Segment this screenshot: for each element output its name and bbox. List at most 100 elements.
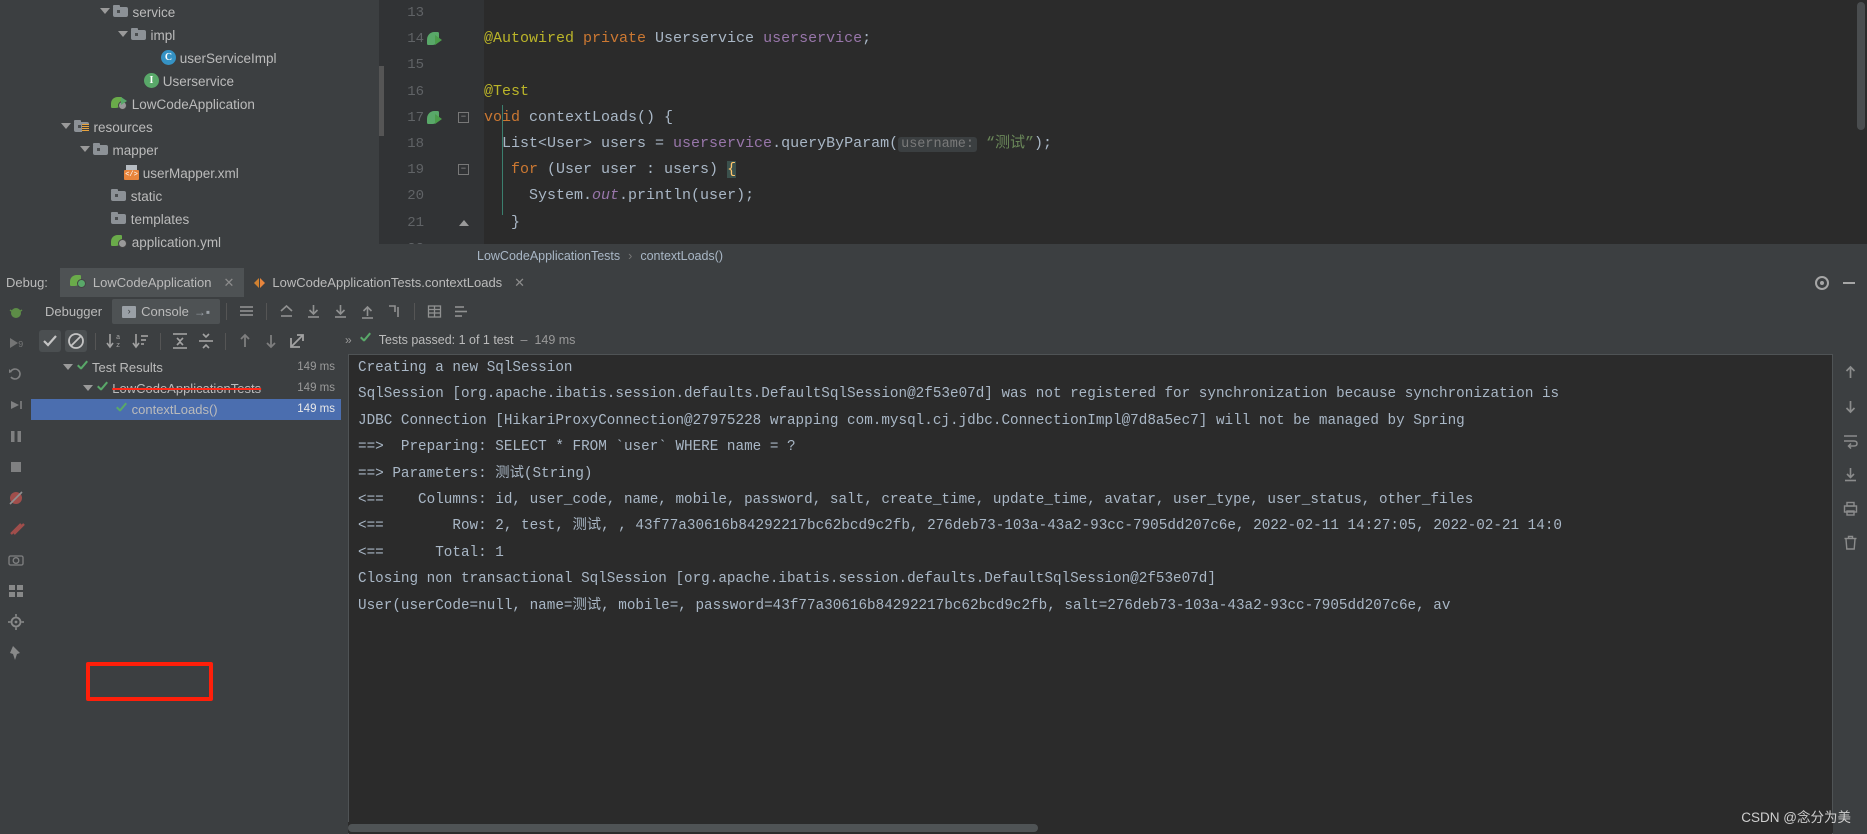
code-line[interactable]: 15 [407,52,1867,78]
collapse-all-icon[interactable] [195,330,217,352]
minimize-icon[interactable] [1843,281,1855,284]
code-editor[interactable]: 13 14 @Autowired private Userservice users… [379,0,1867,257]
debug-tab-lowcodeapplication[interactable]: LowCodeApplication ✕ [59,268,245,297]
chevron-down-icon[interactable] [63,363,73,372]
tree-item-label: userMapper.xml [142,165,239,181]
chevron-down-icon[interactable] [61,122,71,131]
step-over-rail-icon[interactable] [7,396,25,414]
pause-icon[interactable] [7,427,25,445]
code-line[interactable]: 13 [407,0,1867,26]
debug-bug-icon[interactable] [7,303,25,321]
fold-collapse-icon[interactable]: − [458,164,469,176]
tree-item-resources[interactable]: resources [0,115,379,138]
fold-end-icon[interactable] [458,217,469,228]
test-results-tree[interactable]: Test Results 149 ms LowCodeApplicationTes… [31,357,341,834]
print-icon[interactable] [1842,500,1859,517]
tab-debugger[interactable]: Debugger [35,299,112,324]
parameter-hint: username: [898,136,978,152]
breadcrumb-method[interactable]: contextLoads() [640,249,723,263]
gear-icon[interactable] [1815,275,1829,290]
tab-console[interactable]: › Console →▪ [112,299,221,324]
export-test-results-icon[interactable] [286,330,308,352]
mute-breakpoints-icon[interactable] [7,489,25,507]
view-as-table-icon[interactable] [426,303,443,320]
tree-item-application-yml[interactable]: application.yml [0,230,379,253]
debug-action-rail[interactable]: 9 [0,297,31,834]
test-tree-row[interactable]: Test Results 149 ms [31,357,341,378]
wrap-text-icon[interactable] [1842,432,1859,450]
tree-item-label: mapper [112,142,159,158]
console-output[interactable]: Creating a new SqlSession SqlSession [org… [348,354,1833,834]
chevron-down-icon[interactable] [100,7,110,16]
run-spring-icon[interactable] [427,31,444,48]
console-action-rail[interactable] [1833,354,1867,834]
line-number: 14 [407,31,424,48]
code-line[interactable]: 19 − for (User user : users) { [407,157,1867,183]
console-line: <== Columns: id, user_code, name, mobile… [358,491,1474,508]
tab-debugger-label: Debugger [45,304,103,319]
tree-item-mapper[interactable]: mapper [0,138,379,161]
scrollbar-thumb[interactable] [348,824,1038,832]
breadcrumb[interactable]: LowCodeApplicationTests › contextLoads() [379,244,1867,268]
layout-icon[interactable] [7,582,25,600]
code-line[interactable]: 16 @Test [407,79,1867,105]
run-test-icon[interactable] [427,110,444,127]
run-to-cursor-icon[interactable] [386,303,403,320]
resume-program-icon[interactable]: 9 [7,334,25,352]
sort-alphabetically-icon[interactable]: az [104,330,126,352]
tree-item-label: templates [130,211,190,227]
tree-item-label: impl [150,27,176,43]
previous-failed-test-icon[interactable] [234,330,256,352]
close-icon[interactable]: ✕ [514,275,525,291]
tree-item-userservice[interactable]: I Userservice [0,69,379,92]
editor-vertical-scrollbar[interactable] [1855,0,1867,244]
chevron-down-icon[interactable] [118,30,128,39]
tree-item-usermapper-xml[interactable]: </> userMapper.xml [0,161,379,184]
debug-tab-lowcodeapplicationtests[interactable]: LowCodeApplicationTests.contextLoads ✕ [244,268,535,297]
close-icon[interactable]: ✕ [223,275,234,291]
clear-all-icon[interactable] [1842,534,1859,551]
restart-icon[interactable] [7,365,25,383]
chevron-down-icon[interactable] [80,145,90,154]
scroll-up-icon[interactable] [1842,364,1859,381]
no-breakpoints-icon[interactable] [7,520,25,538]
settings-icon[interactable] [7,613,25,631]
code-line[interactable]: 21 } [407,210,1867,236]
chevron-down-icon[interactable] [83,384,93,393]
test-tree-row[interactable]: contextLoads() 149 ms [31,399,341,420]
pin-icon[interactable] [7,644,25,662]
tree-item-lowcodeapplication[interactable]: LowCodeApplication [0,92,379,115]
show-passed-toggle[interactable] [39,330,61,352]
code-line[interactable]: 18 List<User> users = userservice.queryB… [407,131,1867,157]
step-into-icon[interactable] [332,303,349,320]
tree-item-impl[interactable]: impl [0,23,379,46]
next-failed-test-icon[interactable] [260,330,282,352]
stop-icon[interactable] [7,458,25,476]
camera-icon[interactable] [7,551,25,569]
settings-list-icon[interactable] [453,303,470,320]
step-out-icon[interactable] [359,303,376,320]
step-over-icon[interactable] [305,303,322,320]
code-line[interactable]: 20 System.out.println(user); [407,183,1867,209]
tree-item-static[interactable]: static [0,184,379,207]
show-ignored-toggle[interactable] [65,330,87,352]
code-text-area[interactable]: 13 14 @Autowired private Userservice users… [407,0,1867,257]
code-line[interactable]: 17 − void contextLoads() { [407,105,1867,131]
sort-by-duration-icon[interactable] [130,330,152,352]
scroll-to-end-icon[interactable] [278,303,295,320]
chevron-expand-icon[interactable]: » [345,333,352,347]
expand-all-icon[interactable] [169,330,191,352]
fold-collapse-icon[interactable]: − [458,111,469,123]
project-tool-window[interactable]: service impl C userServiceImpl I Userservi… [0,0,379,268]
scrollbar-thumb[interactable] [1857,2,1865,130]
scroll-down-icon[interactable] [1842,398,1859,415]
test-tree-row[interactable]: LowCodeApplicationTests 149 ms [31,378,341,399]
console-horizontal-scrollbar[interactable] [348,822,1833,833]
breadcrumb-class[interactable]: LowCodeApplicationTests [477,249,620,263]
tree-item-service[interactable]: service [0,0,379,23]
tree-item-userserviceimpl[interactable]: C userServiceImpl [0,46,379,69]
export-icon[interactable] [1842,466,1859,483]
code-line[interactable]: 14 @Autowired private Userservice userser… [407,26,1867,52]
soft-wrap-icon[interactable] [238,303,255,320]
tree-item-templates[interactable]: templates [0,207,379,230]
